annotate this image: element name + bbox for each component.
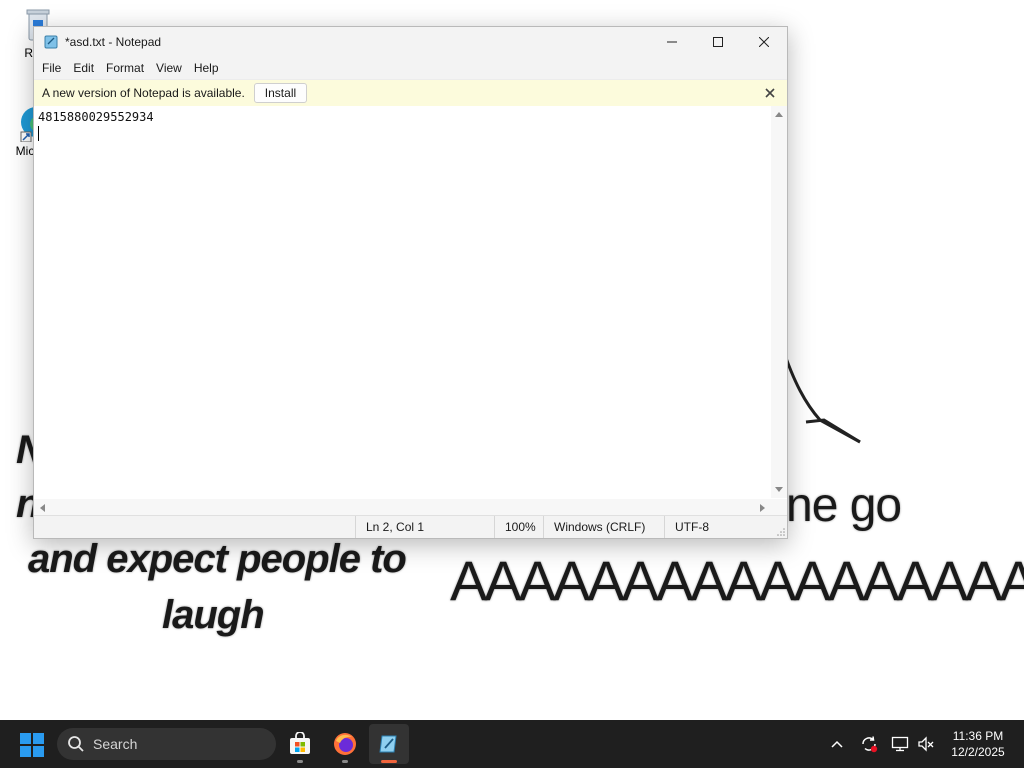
status-encoding: UTF-8 xyxy=(664,516,775,538)
taskbar-app-firefox[interactable] xyxy=(325,724,365,764)
menu-view[interactable]: View xyxy=(150,59,188,77)
notepad-taskbar-icon xyxy=(379,735,397,753)
meme-text-left-3: and expect people to xyxy=(28,537,407,581)
running-indicator xyxy=(342,760,348,763)
taskbar-app-store[interactable] xyxy=(280,724,320,764)
infobar-close-icon[interactable] xyxy=(763,86,777,100)
menu-bar: File Edit Format View Help xyxy=(34,57,787,79)
tray-network[interactable] xyxy=(889,720,911,768)
scroll-left-icon[interactable] xyxy=(38,503,46,513)
window-title: *asd.txt - Notepad xyxy=(65,35,162,49)
firefox-icon xyxy=(334,733,356,755)
menu-edit[interactable]: Edit xyxy=(67,59,100,77)
vertical-scrollbar[interactable] xyxy=(771,106,787,498)
notepad-window[interactable]: *asd.txt - Notepad File Edit Format View… xyxy=(33,26,788,539)
meme-text-left-4: laugh xyxy=(162,593,265,637)
maximize-button[interactable] xyxy=(695,27,741,57)
editor-area: 4815880029552934 xyxy=(34,106,787,498)
active-indicator xyxy=(381,760,397,763)
scroll-right-icon[interactable] xyxy=(759,503,767,513)
close-button[interactable] xyxy=(741,27,787,57)
taskbar-search-box[interactable]: Search xyxy=(57,728,276,760)
taskbar-clock[interactable]: 11:36 PM 12/2/2025 xyxy=(944,728,1012,760)
tray-sync-status[interactable] xyxy=(858,720,880,768)
status-cursor-position: Ln 2, Col 1 xyxy=(355,516,494,538)
volume-muted-icon xyxy=(918,736,934,752)
scroll-down-icon[interactable] xyxy=(774,486,784,494)
scroll-up-icon[interactable] xyxy=(774,110,784,118)
status-line-ending: Windows (CRLF) xyxy=(543,516,664,538)
install-button[interactable]: Install xyxy=(253,83,308,103)
title-bar[interactable]: *asd.txt - Notepad xyxy=(34,27,787,57)
taskbar: Search 11:36 PM 12/2/2025 xyxy=(0,720,1024,768)
tray-volume[interactable] xyxy=(915,720,937,768)
resize-grip-icon[interactable] xyxy=(777,528,785,536)
minimize-button[interactable] xyxy=(649,27,695,57)
update-infobar: A new version of Notepad is available. I… xyxy=(34,79,787,106)
show-hidden-icons-button[interactable] xyxy=(826,720,848,768)
chevron-up-icon xyxy=(831,740,843,748)
text-editor[interactable]: 4815880029552934 xyxy=(34,106,771,498)
maximize-icon xyxy=(713,37,723,47)
text-caret xyxy=(38,126,39,141)
sync-alert-icon xyxy=(862,736,878,753)
update-message: A new version of Notepad is available. xyxy=(42,86,245,100)
menu-help[interactable]: Help xyxy=(188,59,225,77)
horizontal-scrollbar[interactable] xyxy=(34,498,787,515)
menu-format[interactable]: Format xyxy=(100,59,150,77)
search-placeholder: Search xyxy=(93,736,138,752)
editor-line-1: 4815880029552934 xyxy=(38,110,154,124)
taskbar-app-notepad[interactable] xyxy=(369,724,409,764)
network-icon xyxy=(891,736,909,752)
wallpaper-arrow-drawing xyxy=(784,357,861,444)
minimize-icon xyxy=(667,41,677,43)
menu-file[interactable]: File xyxy=(36,59,67,77)
status-zoom: 100% xyxy=(494,516,543,538)
status-bar: Ln 2, Col 1 100% Windows (CRLF) UTF-8 xyxy=(34,515,787,538)
clock-time: 11:36 PM xyxy=(952,729,1004,743)
clock-date: 12/2/2025 xyxy=(951,745,1005,759)
running-indicator xyxy=(297,760,303,763)
notepad-app-icon xyxy=(44,35,58,49)
close-icon xyxy=(759,37,769,47)
meme-text-right-1: ne go xyxy=(786,479,902,532)
meme-text-right-2: AAAAAAAAAAAAAAAAA xyxy=(450,549,1024,612)
microsoft-store-icon xyxy=(290,732,310,754)
start-button-icon[interactable] xyxy=(20,733,44,757)
search-icon xyxy=(68,736,84,752)
